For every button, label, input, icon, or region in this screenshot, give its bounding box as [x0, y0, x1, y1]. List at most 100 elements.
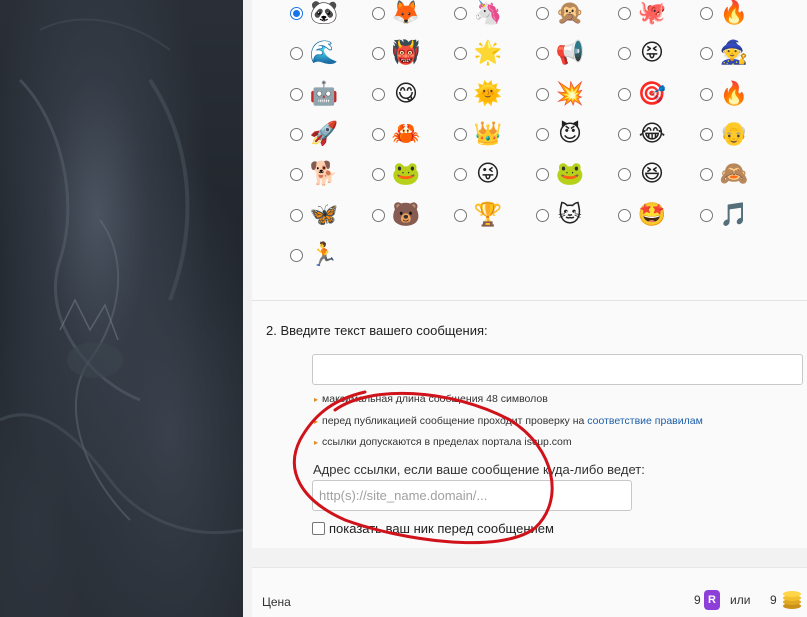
target-icon: 🎯: [637, 81, 667, 107]
price-or-text: или: [730, 593, 751, 607]
avatar-radio[interactable]: [700, 167, 713, 181]
avatar-option-laughing[interactable]: 😝: [618, 37, 688, 69]
avatar-radio[interactable]: [290, 208, 303, 222]
avatar-option-yum[interactable]: 😋: [372, 78, 442, 110]
avatar-option-devil[interactable]: 😈: [536, 118, 606, 150]
message-question-label: 2. Введите текст вашего сообщения:: [266, 323, 488, 338]
avatar-radio[interactable]: [618, 208, 631, 222]
avatar-radio[interactable]: [290, 87, 303, 101]
avatar-option-butterfly[interactable]: 🦋: [290, 199, 360, 231]
avatar-option-harold[interactable]: 👴: [700, 118, 770, 150]
avatar-radio[interactable]: [290, 127, 303, 141]
avatar-radio[interactable]: [618, 46, 631, 60]
avatar-option-bear[interactable]: 🐻: [372, 199, 442, 231]
background-artwork: [0, 0, 243, 617]
avatar-option-doge[interactable]: 🐕: [290, 158, 360, 190]
avatar-radio[interactable]: [372, 208, 385, 222]
avatar-radio[interactable]: [454, 208, 467, 222]
avatar-radio[interactable]: [372, 6, 385, 20]
avatar-radio[interactable]: [536, 167, 549, 181]
avatar-option-music-notes[interactable]: 🎵: [700, 199, 770, 231]
message-input[interactable]: [312, 354, 803, 385]
avatar-radio[interactable]: [700, 6, 713, 20]
avatar-radio[interactable]: [454, 167, 467, 181]
avatar-radio[interactable]: [372, 167, 385, 181]
fox-icon: 🦊: [391, 0, 421, 26]
avatar-radio[interactable]: [372, 127, 385, 141]
show-nick-label: показать ваш ник перед сообщением: [329, 521, 554, 536]
avatar-option-megaphone[interactable]: 📢: [536, 37, 606, 69]
avatar-option-sun[interactable]: 🌞: [454, 78, 524, 110]
avatar-option-omg[interactable]: 💥: [536, 78, 606, 110]
avatar-option-ogre[interactable]: 👹: [372, 37, 442, 69]
avatar-option-target[interactable]: 🎯: [618, 78, 688, 110]
note-max-length: ▸ максимальная длина сообщения 48 символо…: [314, 393, 548, 405]
butterfly-icon: 🦋: [309, 202, 339, 228]
avatar-radio[interactable]: [536, 6, 549, 20]
avatar-option-cat[interactable]: 🐱: [536, 199, 606, 231]
gold-coins-icon: [783, 591, 801, 609]
avatar-radio[interactable]: [372, 46, 385, 60]
avatar-option-wizard-hat[interactable]: 🧙: [700, 37, 770, 69]
avatar-radio[interactable]: [454, 46, 467, 60]
avatar-option-crown[interactable]: 👑: [454, 118, 524, 150]
avatar-radio[interactable]: [454, 87, 467, 101]
note-links-allowed: ▸ ссылки допускаются в пределах портала i…: [314, 436, 572, 448]
avatar-radio[interactable]: [618, 6, 631, 20]
avatar-option-octopus[interactable]: 🐙: [618, 0, 688, 29]
avatar-option-laughing-face[interactable]: 😆: [618, 158, 688, 190]
avatar-radio[interactable]: [536, 208, 549, 222]
avatar-option-tears-of-joy[interactable]: 😂: [618, 118, 688, 150]
avatar-option-unicorn[interactable]: 🦄: [454, 0, 524, 29]
avatar-radio[interactable]: [618, 87, 631, 101]
trophy-icon: 🏆: [473, 202, 503, 228]
bullet-icon: ▸: [314, 438, 319, 447]
avatar-radio[interactable]: [454, 127, 467, 141]
avatar-option-rainbow-pepe[interactable]: 🐸: [372, 158, 442, 190]
avatar-radio[interactable]: [536, 46, 549, 60]
avatar-radio[interactable]: [700, 87, 713, 101]
avatar-option-flame[interactable]: 🔥: [700, 78, 770, 110]
avatar-radio[interactable]: [372, 87, 385, 101]
avatar-option-runner[interactable]: 🏃: [290, 239, 360, 271]
avatar-radio[interactable]: [700, 127, 713, 141]
avatar-option-trophy[interactable]: 🏆: [454, 199, 524, 231]
avatar-radio[interactable]: [536, 87, 549, 101]
avatar-radio[interactable]: [454, 6, 467, 20]
avatar-option-robot[interactable]: 🤖: [290, 78, 360, 110]
section-divider: [252, 300, 807, 301]
avatar-option-pepe[interactable]: 🐸: [536, 158, 606, 190]
avatar-radio[interactable]: [290, 248, 303, 262]
avatar-radio[interactable]: [618, 167, 631, 181]
url-input[interactable]: [312, 480, 632, 511]
avatar-radio[interactable]: [618, 127, 631, 141]
avatar-option-crab[interactable]: 🦀: [372, 118, 442, 150]
rules-link[interactable]: соответствие правилам: [587, 415, 703, 427]
avatar-option-star[interactable]: 🌟: [454, 37, 524, 69]
show-nick-option[interactable]: показать ваш ник перед сообщением: [312, 521, 554, 536]
avatar-option-fox[interactable]: 🦊: [372, 0, 442, 29]
avatar-radio[interactable]: [290, 167, 303, 181]
avatar-option-trollface[interactable]: 😜: [454, 158, 524, 190]
devil-icon: 😈: [558, 121, 582, 147]
monkey-icon: 🙊: [555, 0, 585, 26]
show-nick-checkbox[interactable]: [312, 522, 325, 535]
omg-icon: 💥: [555, 81, 585, 107]
avatar-radio[interactable]: [536, 127, 549, 141]
sun-icon: 🌞: [473, 81, 503, 107]
avatar-option-monkey[interactable]: 🙊: [536, 0, 606, 29]
avatar-option-star-struck[interactable]: 🤩: [618, 199, 688, 231]
rainbow-pepe-icon: 🐸: [391, 161, 421, 187]
wave-icon: 🌊: [309, 40, 339, 66]
avatar-option-panda[interactable]: 🐼: [290, 0, 360, 29]
avatar-option-see-no-evil[interactable]: 🙈: [700, 158, 770, 190]
avatar-option-fire[interactable]: 🔥: [700, 0, 770, 29]
avatar-radio[interactable]: [700, 208, 713, 222]
avatar-radio[interactable]: [290, 46, 303, 60]
bullet-icon: ▸: [314, 417, 319, 426]
avatar-option-wave[interactable]: 🌊: [290, 37, 360, 69]
avatar-radio[interactable]: [700, 46, 713, 60]
octopus-icon: 🐙: [637, 0, 667, 26]
avatar-option-rocket[interactable]: 🚀: [290, 118, 360, 150]
avatar-radio[interactable]: [290, 6, 303, 20]
